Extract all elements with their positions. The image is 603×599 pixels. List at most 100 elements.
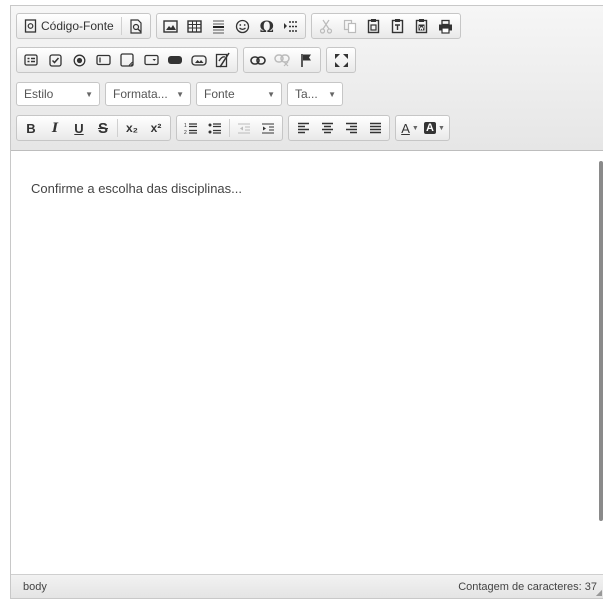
colors-group: A ▼ A ▼	[395, 115, 450, 141]
font-dropdown[interactable]: Fonte ▼	[196, 82, 282, 106]
toolbar-row-2	[11, 43, 603, 77]
paste-text-icon	[392, 19, 404, 34]
horizontal-rule-icon	[213, 19, 225, 34]
hidden-field-button[interactable]	[211, 49, 235, 71]
toolbar-separator	[120, 17, 122, 35]
anchor-button[interactable]	[294, 49, 318, 71]
smiley-button[interactable]	[231, 15, 255, 37]
styles-dropdown[interactable]: Estilo ▼	[16, 82, 100, 106]
omega-icon: Ω	[259, 16, 274, 36]
strike-icon: S	[97, 119, 108, 137]
content-paragraph[interactable]: Confirme a escolha das disciplinas...	[31, 181, 242, 196]
checkbox-icon	[48, 53, 62, 67]
horizontal-rule-button[interactable]	[207, 15, 231, 37]
form-icon	[24, 54, 38, 66]
image-button[interactable]	[159, 15, 183, 37]
source-icon	[24, 19, 37, 33]
size-dropdown[interactable]: Ta... ▼	[287, 82, 343, 106]
underline-button[interactable]: U	[67, 117, 91, 139]
justify-button[interactable]	[363, 117, 387, 139]
link-button[interactable]	[246, 49, 270, 71]
chevron-down-icon: ▼	[437, 124, 445, 132]
align-right-icon	[345, 122, 357, 134]
paste-button[interactable]	[362, 15, 386, 37]
subscript-button[interactable]: x₂	[120, 117, 144, 139]
unlink-icon	[274, 54, 290, 67]
table-icon	[187, 19, 202, 33]
status-bar: body Contagem de caracteres: 37 ◢	[11, 574, 603, 598]
svg-text:2: 2	[184, 130, 187, 135]
indent-button[interactable]	[256, 117, 280, 139]
preview-button[interactable]	[124, 15, 148, 37]
radio-button[interactable]	[67, 49, 91, 71]
chevron-down-icon: ▼	[176, 89, 184, 99]
special-char-button[interactable]: Ω	[255, 15, 279, 37]
size-dropdown-label: Ta...	[295, 87, 318, 101]
svg-text:1: 1	[184, 123, 187, 129]
element-path[interactable]: body	[23, 581, 47, 593]
outdent-button[interactable]	[232, 117, 256, 139]
bold-icon: B	[26, 120, 36, 136]
document-group: Código-Fonte	[16, 13, 151, 39]
toolbar-row-3: Estilo ▼ Formata... ▼ Fonte ▼ Ta... ▼	[11, 77, 603, 111]
radio-icon	[73, 54, 85, 66]
cut-button[interactable]	[314, 15, 338, 37]
superscript-button[interactable]: x²	[144, 117, 168, 139]
basic-styles-group: B I U S x₂ x²	[16, 115, 171, 141]
toolbar-row-4: B I U S x₂ x² 12 A ▼ A ▼	[11, 111, 603, 145]
page-break-icon	[283, 20, 298, 32]
bulleted-list-button[interactable]	[203, 117, 227, 139]
format-dropdown[interactable]: Formata... ▼	[105, 82, 191, 106]
preview-icon	[130, 18, 142, 34]
unlink-button[interactable]	[270, 49, 294, 71]
print-button[interactable]	[434, 15, 458, 37]
table-button[interactable]	[183, 15, 207, 37]
page-break-button[interactable]	[279, 15, 303, 37]
outdent-icon	[238, 122, 250, 134]
button-button[interactable]	[163, 49, 187, 71]
align-left-icon	[297, 122, 309, 134]
align-center-button[interactable]	[315, 117, 339, 139]
align-left-button[interactable]	[291, 117, 315, 139]
rich-text-editor: Código-Fonte Ω Estilo ▼ Formata... ▼ Fon…	[10, 5, 603, 599]
view-group	[326, 47, 356, 73]
editor-toolbar: Código-Fonte Ω Estilo ▼ Formata... ▼ Fon…	[11, 6, 603, 151]
scissors-icon	[319, 19, 332, 34]
resize-handle-icon[interactable]: ◢	[596, 588, 602, 597]
clipboard-group	[310, 13, 461, 39]
hidden-field-icon	[215, 52, 230, 68]
italic-button[interactable]: I	[43, 117, 67, 139]
editor-content-area[interactable]: Confirme a escolha das disciplinas...	[11, 151, 603, 574]
strike-button[interactable]: S	[91, 117, 115, 139]
text-color-button[interactable]: A ▼	[398, 117, 422, 139]
paste-word-button[interactable]	[410, 15, 434, 37]
background-color-button[interactable]: A ▼	[422, 117, 447, 139]
font-dropdown-label: Fonte	[204, 87, 235, 101]
copy-icon	[343, 19, 356, 33]
styles-dropdown-label: Estilo	[24, 87, 54, 101]
indent-icon	[262, 122, 274, 134]
numbered-list-button[interactable]: 12	[179, 117, 203, 139]
forms-group	[16, 47, 238, 73]
text-field-button[interactable]	[91, 49, 115, 71]
textarea-button[interactable]	[115, 49, 139, 71]
vertical-scrollbar[interactable]	[599, 161, 603, 521]
chevron-down-icon: ▼	[267, 89, 275, 99]
format-dropdown-label: Formata...	[113, 87, 168, 101]
toolbar-separator	[229, 119, 230, 137]
align-right-button[interactable]	[339, 117, 363, 139]
maximize-icon	[334, 53, 348, 67]
checkbox-button[interactable]	[43, 49, 67, 71]
paste-text-button[interactable]	[386, 15, 410, 37]
link-icon	[250, 55, 266, 65]
form-button[interactable]	[19, 49, 43, 71]
copy-button[interactable]	[338, 15, 362, 37]
bold-button[interactable]: B	[19, 117, 43, 139]
image-button-button[interactable]	[187, 49, 211, 71]
maximize-button[interactable]	[329, 49, 353, 71]
italic-icon: I	[51, 120, 59, 136]
source-button[interactable]: Código-Fonte	[19, 15, 119, 37]
select-button[interactable]	[139, 49, 163, 71]
superscript-icon: x²	[150, 121, 162, 135]
toolbar-separator	[117, 119, 118, 137]
